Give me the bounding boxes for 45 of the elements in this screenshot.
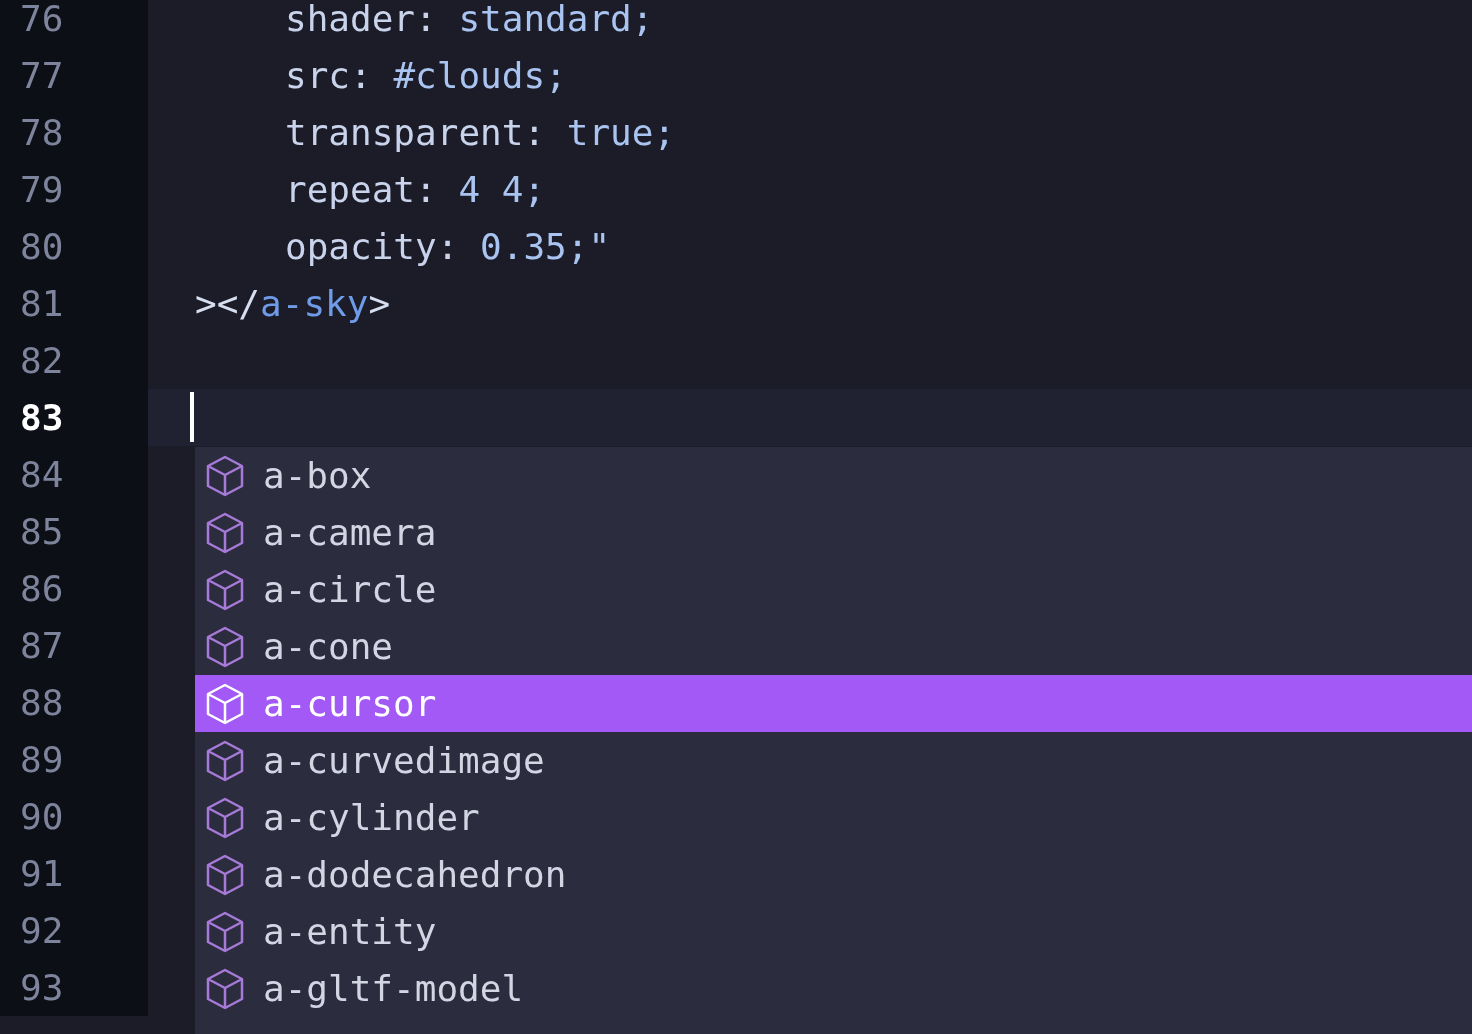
line-number: 93 (20, 965, 64, 1010)
line-number: 84 (20, 452, 64, 497)
cube-icon (205, 567, 245, 612)
cube-icon (205, 852, 245, 897)
code-line: opacity: 0.35;" (285, 224, 611, 269)
code-line: transparent: true; (285, 110, 676, 155)
line-number: 83 (20, 395, 64, 440)
suggestion-item[interactable]: a-entity (195, 903, 1472, 960)
cube-icon (205, 624, 245, 669)
suggestion-item[interactable]: a-dodecahedron (195, 846, 1472, 903)
cube-icon (205, 909, 245, 954)
cube-icon (205, 453, 245, 498)
line-number: 88 (20, 680, 64, 725)
suggestion-item[interactable]: a-curvedimage (195, 732, 1472, 789)
suggestion-item[interactable]: a-cylinder (195, 789, 1472, 846)
suggestion-item[interactable]: a-cursor (195, 675, 1472, 732)
code-line: ></a-sky> (195, 281, 391, 326)
line-number: 89 (20, 737, 64, 782)
suggestion-item[interactable]: a-circle (195, 561, 1472, 618)
cube-icon (205, 510, 245, 555)
cube-icon (205, 795, 245, 840)
code-line: src: #clouds; (285, 53, 567, 98)
cube-icon (205, 966, 245, 1011)
line-number: 90 (20, 794, 64, 839)
suggestion-item[interactable]: a-box (195, 447, 1472, 504)
suggestion-item[interactable]: a-camera (195, 504, 1472, 561)
cube-icon (205, 738, 245, 783)
code-line: repeat: 4 4; (285, 167, 546, 212)
line-number: 76 (20, 0, 64, 41)
code-line: shader: standard; (285, 0, 654, 41)
line-number: 80 (20, 224, 64, 269)
line-number: 91 (20, 851, 64, 896)
line-number: 78 (20, 110, 64, 155)
line-number: 81 (20, 281, 64, 326)
line-number: 85 (20, 509, 64, 554)
line-number: 77 (20, 53, 64, 98)
cube-icon (205, 681, 245, 726)
line-number: 86 (20, 566, 64, 611)
line-number: 87 (20, 623, 64, 668)
suggestion-item[interactable]: a-gltf-model (195, 960, 1472, 1017)
text-cursor (190, 392, 194, 442)
suggestion-item[interactable]: a-cone (195, 618, 1472, 675)
line-number: 92 (20, 908, 64, 953)
line-number: 82 (20, 338, 64, 383)
line-number: 79 (20, 167, 64, 212)
